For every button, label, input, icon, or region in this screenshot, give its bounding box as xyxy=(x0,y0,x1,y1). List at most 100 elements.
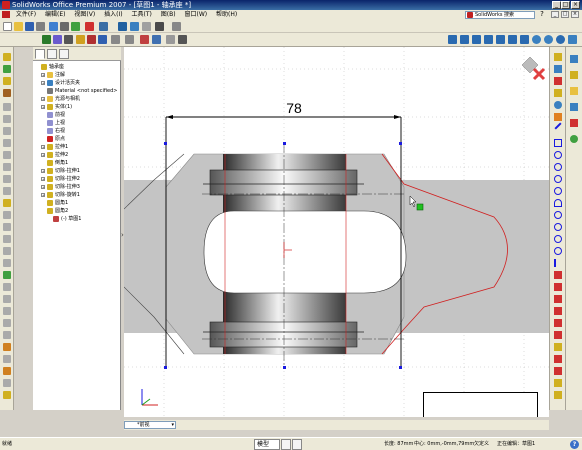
search-input[interactable]: SolidWorks 搜索 xyxy=(465,11,535,19)
search-help-button[interactable]: ? xyxy=(537,11,547,19)
sketch-text-icon[interactable] xyxy=(554,259,562,267)
tab-motion-1[interactable] xyxy=(281,439,291,450)
spline-icon[interactable] xyxy=(554,223,562,231)
solidworks-resources-icon[interactable] xyxy=(570,55,578,63)
3-point-arc-icon[interactable] xyxy=(554,187,562,195)
dimension-value[interactable]: 78 xyxy=(284,101,304,115)
curves-icon[interactable] xyxy=(3,283,11,291)
doc-close-button[interactable]: × xyxy=(571,11,579,18)
line-icon[interactable] xyxy=(554,122,562,130)
revolved-cut-icon[interactable] xyxy=(3,115,11,123)
smart-dimension-icon[interactable] xyxy=(42,35,51,44)
linear-pattern-icon[interactable] xyxy=(3,235,11,243)
deform-icon[interactable] xyxy=(3,379,11,387)
freeform-icon[interactable] xyxy=(3,391,11,399)
construction-geometry-icon[interactable] xyxy=(554,355,562,363)
instant3d-icon[interactable] xyxy=(3,295,11,303)
fillet-tool-icon[interactable] xyxy=(3,151,11,159)
tree-item[interactable]: + 切除-拉伸3 xyxy=(35,183,121,191)
save-icon[interactable] xyxy=(25,22,34,31)
expand-toggle[interactable]: + xyxy=(41,97,45,101)
sketch-icon[interactable] xyxy=(554,53,562,61)
sketch-tool-icon[interactable] xyxy=(172,22,181,31)
configuration-manager-tab[interactable] xyxy=(59,49,69,59)
tree-item[interactable]: (-) 草图1 xyxy=(35,215,121,223)
mirror-right-icon[interactable] xyxy=(554,367,562,375)
file-explorer-icon[interactable] xyxy=(570,87,578,95)
tree-item[interactable]: 圆角1 xyxy=(35,199,121,207)
convert-entities-icon[interactable] xyxy=(111,35,120,44)
sketch-fillet-icon[interactable] xyxy=(76,35,85,44)
tree-item[interactable]: + 拉伸1 xyxy=(35,143,121,151)
swept-boss-icon[interactable] xyxy=(3,77,11,85)
tab-motion-2[interactable] xyxy=(292,439,302,450)
grid-icon[interactable] xyxy=(64,35,73,44)
view-bottom-icon[interactable] xyxy=(508,35,517,44)
new-file-icon[interactable] xyxy=(3,22,12,31)
doc-minimize-button[interactable]: _ xyxy=(551,11,559,18)
circular-sketch-pattern-icon[interactable] xyxy=(554,391,562,399)
move-entities-icon[interactable] xyxy=(166,35,175,44)
menu-help[interactable]: 帮助(H) xyxy=(213,10,240,20)
lofted-boss-icon[interactable] xyxy=(3,89,11,97)
selected-point[interactable] xyxy=(416,203,424,211)
menu-image[interactable]: 图(B) xyxy=(158,10,179,20)
property-manager-tab[interactable] xyxy=(47,49,57,59)
pattern-icon[interactable] xyxy=(178,35,187,44)
dome-icon[interactable] xyxy=(3,223,11,231)
select-icon[interactable] xyxy=(60,22,69,31)
redo-icon[interactable] xyxy=(99,22,108,31)
expand-toggle[interactable]: + xyxy=(41,153,45,157)
tree-item[interactable]: + 切除-拉伸2 xyxy=(35,175,121,183)
view-top-icon[interactable] xyxy=(496,35,505,44)
tangent-arc-icon[interactable] xyxy=(554,175,562,183)
extruded-boss-icon[interactable] xyxy=(3,53,11,61)
tree-item[interactable]: 轴承座 xyxy=(35,63,121,71)
sketch-fillet-right-icon[interactable] xyxy=(554,271,562,279)
hidden-lines-icon[interactable] xyxy=(544,35,553,44)
revolve-icon[interactable] xyxy=(152,35,161,44)
split-entities-icon[interactable] xyxy=(554,343,562,351)
tree-item[interactable]: Material <not specified> xyxy=(35,87,121,95)
tree-item[interactable]: + 实体(1) xyxy=(35,103,121,111)
maximize-button[interactable]: □ xyxy=(561,1,570,9)
view-isometric-icon[interactable] xyxy=(520,35,529,44)
hole-wizard-icon[interactable] xyxy=(3,211,11,219)
linear-sketch-pattern-icon[interactable] xyxy=(554,379,562,387)
tree-item[interactable]: + 拉伸2 xyxy=(35,151,121,159)
polygon-icon[interactable] xyxy=(554,211,562,219)
help-icon[interactable]: ? xyxy=(570,440,579,449)
minimize-button[interactable]: _ xyxy=(552,1,561,9)
smart-dimension-right-icon[interactable] xyxy=(554,77,562,85)
add-relation-icon[interactable] xyxy=(554,101,562,109)
tree-item[interactable]: 右视 xyxy=(35,127,121,135)
extend-icon[interactable] xyxy=(554,331,562,339)
expand-toggle[interactable]: + xyxy=(41,169,45,173)
print-icon[interactable] xyxy=(36,22,45,31)
view-palette-icon[interactable] xyxy=(570,119,578,127)
tree-item[interactable]: + 设计活页夹 xyxy=(35,79,121,87)
expand-toggle[interactable]: + xyxy=(41,185,45,189)
design-library-icon[interactable] xyxy=(570,71,578,79)
rib-icon[interactable] xyxy=(3,175,11,183)
draft-icon[interactable] xyxy=(3,199,11,207)
revolved-boss-icon[interactable] xyxy=(3,65,11,73)
view-right-icon[interactable] xyxy=(484,35,493,44)
circle-icon[interactable] xyxy=(554,151,562,159)
mirror-feature-icon[interactable] xyxy=(3,259,11,267)
tree-item[interactable]: 倒角1 xyxy=(35,159,121,167)
split-line-icon[interactable] xyxy=(3,307,11,315)
open-folder-icon[interactable] xyxy=(14,22,23,31)
options-icon[interactable] xyxy=(85,22,94,31)
circular-pattern-icon[interactable] xyxy=(3,247,11,255)
tree-item[interactable]: 上视 xyxy=(35,119,121,127)
menu-tools[interactable]: 工具(T) xyxy=(128,10,154,20)
appearances-icon[interactable] xyxy=(570,135,578,143)
tree-item[interactable]: + 注解 xyxy=(35,71,121,79)
point-icon[interactable] xyxy=(554,235,562,243)
menu-insert[interactable]: 插入(I) xyxy=(101,10,125,20)
flex-icon[interactable] xyxy=(3,367,11,375)
title-bar[interactable]: SolidWorks Office Premium 2007 - [草图1 - … xyxy=(0,0,582,10)
section-view-icon[interactable] xyxy=(155,22,164,31)
view-orientation-select[interactable]: *前视 ▾ xyxy=(124,421,176,429)
